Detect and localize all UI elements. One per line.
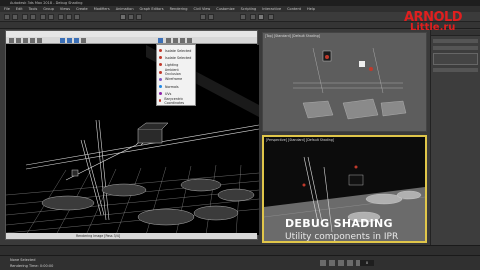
menu-item-barycentric[interactable]: Barycentric Coordinates (157, 97, 195, 105)
playback-controls (320, 260, 362, 266)
normals-icon (159, 85, 162, 89)
select-region-icon[interactable] (48, 14, 54, 20)
debug-shading-dropdown-icon[interactable] (158, 38, 163, 43)
clone-frame-icon[interactable] (23, 38, 28, 43)
app-window: Autodesk 3ds Max 2018 - Debug Shading Fi… (0, 0, 480, 270)
next-frame-icon[interactable] (347, 260, 353, 266)
video-caption: DEBUG SHADING Utility components in IPR (285, 217, 465, 242)
print-image-icon[interactable] (30, 38, 35, 43)
save-image-icon[interactable] (9, 38, 14, 43)
current-frame-field[interactable]: 0 (360, 260, 374, 266)
caption-title: DEBUG SHADING (285, 217, 393, 230)
render-frame-window: Rendering Image [Pass 3/4] (5, 30, 259, 240)
pause-render-icon[interactable] (173, 38, 178, 43)
select-icon[interactable] (40, 14, 46, 20)
viewport-top[interactable]: [Top] [Standard] [Default Shading] (262, 32, 427, 132)
region-render-icon[interactable] (180, 38, 185, 43)
wireframe-icon (159, 77, 162, 81)
status-bar: None Selected Rendering Time: 0:00:00 0 (0, 255, 480, 270)
redo-icon[interactable] (12, 14, 18, 20)
link-icon[interactable] (22, 14, 28, 20)
snap-icon[interactable] (120, 14, 126, 20)
move-icon[interactable] (58, 14, 64, 20)
blue-channel-icon[interactable] (74, 38, 79, 43)
previous-frame-icon[interactable] (329, 260, 335, 266)
object-type-row[interactable] (433, 39, 478, 43)
clear-image-icon[interactable] (37, 38, 42, 43)
red-channel-icon[interactable] (60, 38, 65, 43)
unlink-icon[interactable] (30, 14, 36, 20)
name-color-row[interactable] (433, 46, 478, 50)
uvs-icon (159, 92, 162, 96)
stop-render-icon[interactable] (166, 38, 171, 43)
time-slider[interactable] (0, 245, 480, 255)
crop-icon[interactable] (187, 38, 192, 43)
parameters-row[interactable] (433, 68, 478, 72)
menu-item-isolate-selected[interactable]: Isolate Selected (157, 47, 195, 54)
undo-icon[interactable] (4, 14, 10, 20)
render-frame-icon[interactable] (268, 14, 274, 20)
percent-snap-icon[interactable] (136, 14, 142, 20)
alpha-channel-icon[interactable] (81, 38, 86, 43)
angle-snap-icon[interactable] (128, 14, 134, 20)
material-editor-icon[interactable] (240, 14, 246, 20)
debug-shading-menu: Isolate Selected Isolate Selected Lighti… (156, 44, 196, 106)
modifier-stack[interactable] (433, 53, 478, 65)
selection-status: None Selected (10, 258, 36, 262)
isolate-icon (159, 56, 162, 60)
play-icon[interactable] (338, 260, 344, 266)
occlusion-icon (159, 70, 162, 74)
render-setup-icon[interactable] (250, 14, 256, 20)
menu-item-normals[interactable]: Normals (157, 83, 195, 90)
top-view-scene (293, 47, 407, 120)
lighting-icon (159, 63, 162, 67)
render-status-text: Rendering Image [Pass 3/4] (76, 234, 120, 238)
menu-item-ambient-occlusion[interactable]: Ambient Occlusion (157, 68, 195, 76)
mirror-icon[interactable] (200, 14, 206, 20)
isolate-icon (159, 49, 162, 53)
go-to-start-icon[interactable] (320, 260, 326, 266)
rotate-icon[interactable] (66, 14, 72, 20)
render-icon[interactable] (258, 14, 264, 20)
command-panel-tabs[interactable] (431, 30, 480, 36)
window-title: Autodesk 3ds Max 2018 - Debug Shading (10, 1, 83, 5)
green-channel-icon[interactable] (67, 38, 72, 43)
menu-item-wireframe[interactable]: Wireframe (157, 76, 195, 83)
render-time-status: Rendering Time: 0:00:00 (10, 264, 54, 268)
render-window-toolbar (6, 37, 257, 44)
command-panel (430, 30, 480, 245)
caption-subtitle: Utility components in IPR (285, 232, 399, 242)
menu-item-isolate-selected-2[interactable]: Isolate Selected (157, 54, 195, 61)
barycentric-icon (159, 99, 162, 103)
copy-image-icon[interactable] (16, 38, 21, 43)
render-status-bar: Rendering Image [Pass 3/4] (6, 233, 257, 239)
align-icon[interactable] (208, 14, 214, 20)
wireframe-render-view (6, 45, 259, 235)
scale-icon[interactable] (74, 14, 80, 20)
